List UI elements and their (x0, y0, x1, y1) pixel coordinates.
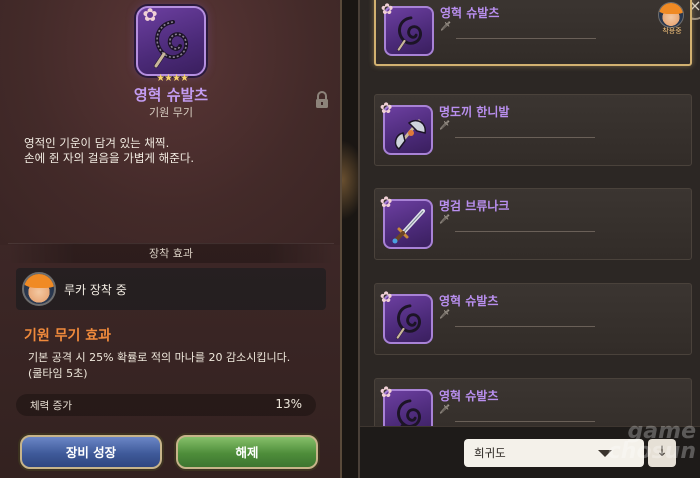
stat-value: 13% (275, 397, 302, 411)
weapon-card[interactable]: ✿ 영혁 슈발츠 🗡 착용중 (374, 0, 692, 66)
origin-weapon-effect-description: 기본 공격 시 25% 확률로 적의 마나를 20 감소시킵니다. (쿨타임 5… (28, 350, 328, 382)
dagger-icon: 🗡 (440, 22, 452, 32)
flower-icon: ✿ (379, 288, 393, 306)
divider (456, 38, 596, 39)
weapon-card-name: 영혁 슈발츠 (439, 294, 499, 308)
description-line: 손에 쥔 자의 걸음을 가볍게 해준다. (24, 151, 195, 165)
weapon-card-name: 영혁 슈발츠 (440, 6, 500, 20)
dagger-icon: 🗡 (439, 121, 451, 131)
sort-bar: 희귀도 ↓ (360, 426, 700, 478)
stat-row: 체력 증가 13% (16, 394, 316, 416)
weapon-card-name: 명검 브류나크 (439, 199, 510, 213)
dagger-icon: 🗡 (439, 405, 451, 415)
dagger-icon: 🗡 (439, 215, 451, 225)
weapon-card[interactable]: ✿ 명검 브류나크 🗡 (374, 188, 692, 260)
dagger-icon: 🗡 (439, 310, 451, 320)
sort-dropdown-label: 희귀도 (474, 446, 506, 460)
chevron-down-icon (598, 450, 612, 457)
origin-weapon-effect-title: 기원 무기 효과 (24, 328, 112, 344)
weapon-name: 영혁 슈발츠 (133, 86, 209, 104)
weapon-card[interactable]: ✿ 영혁 슈발츠 🗡 (374, 283, 692, 355)
flower-icon: ✿ (379, 193, 393, 211)
whip-icon (397, 16, 422, 52)
flower-icon: ✿ (142, 5, 158, 26)
equipped-badge: 착용중 (662, 27, 682, 35)
character-avatar (22, 272, 56, 306)
sort-dropdown[interactable]: 희귀도 (464, 439, 644, 467)
equipped-by-label: 루카 장착 중 (64, 283, 127, 297)
divider (455, 137, 595, 138)
equipped-character-row: 루카 장착 중 (16, 268, 326, 310)
equipped-character-avatar (658, 2, 684, 28)
effect-line: 기본 공격 시 25% 확률로 적의 마나를 20 감소시킵니다. (28, 351, 291, 364)
flower-icon: ✿ (379, 383, 393, 401)
stat-label: 체력 증가 (30, 400, 72, 412)
weapon-detail-panel: ✿ ★★★★ 영혁 슈발츠 기원 무기 영적인 기운이 담겨 있는 채찍. 손에… (0, 0, 342, 478)
axe-icon (394, 119, 426, 151)
flower-icon: ✿ (379, 99, 393, 117)
sword-icon (392, 209, 425, 244)
lock-icon[interactable] (313, 90, 331, 110)
whip-icon (396, 304, 421, 340)
divider (455, 326, 595, 327)
weapon-card[interactable]: ✿ 명도끼 한니발 🗡 (374, 94, 692, 166)
unequip-button[interactable]: 해제 (176, 435, 318, 469)
effect-line: (쿨타임 5초) (28, 367, 88, 380)
equipment-growth-button[interactable]: 장비 성장 (20, 435, 162, 469)
weapon-card-name: 영혁 슈발츠 (439, 389, 499, 403)
weapon-card-name: 명도끼 한니발 (439, 105, 510, 119)
weapon-type: 기원 무기 (149, 106, 193, 119)
sort-order-button[interactable]: ↓ (648, 439, 676, 467)
weapon-description: 영적인 기운이 담겨 있는 채찍. 손에 쥔 자의 걸음을 가볍게 해준다. (24, 136, 324, 166)
divider (455, 231, 595, 232)
description-line: 영적인 기운이 담겨 있는 채찍. (24, 136, 170, 150)
divider (455, 421, 595, 422)
equip-effect-header: 장착 효과 (8, 243, 334, 263)
weapon-list-panel: × ✿ 영혁 슈발츠 🗡 착용중 ✿ (358, 0, 700, 478)
flower-icon: ✿ (380, 0, 394, 18)
